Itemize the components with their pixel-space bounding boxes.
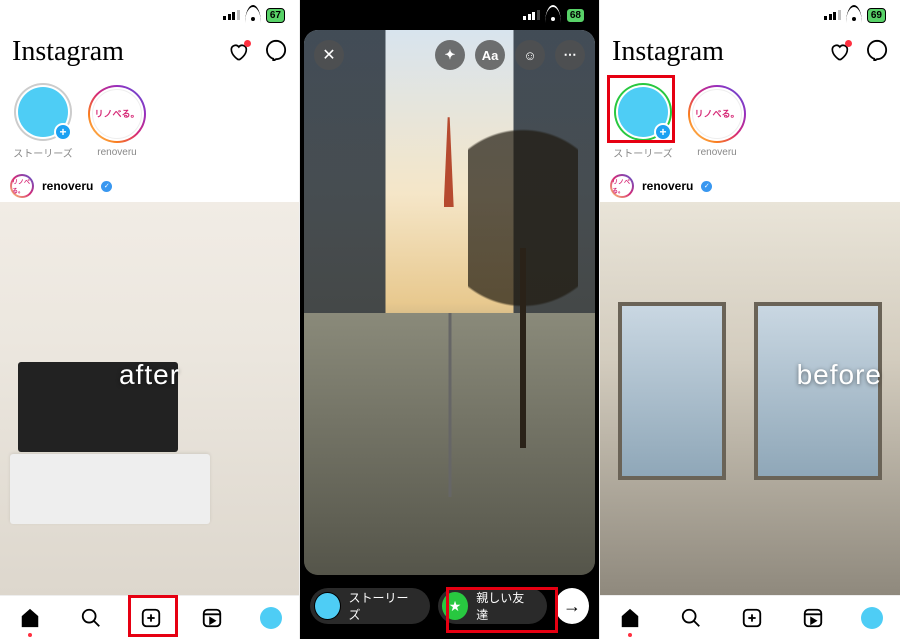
post-username[interactable]: renoveru	[642, 179, 693, 193]
stories-tray[interactable]: + ストーリーズ リノべる。 renoveru	[0, 76, 299, 166]
status-bar: 67	[0, 0, 299, 30]
pill-label-story: ストーリーズ	[349, 589, 416, 623]
send-button[interactable]: →	[555, 588, 589, 624]
bottom-nav	[600, 595, 900, 639]
nav-reels[interactable]	[800, 605, 826, 631]
wifi-icon	[545, 9, 561, 21]
story-self[interactable]: + ストーリーズ	[12, 83, 74, 160]
battery-indicator: 69	[867, 8, 886, 23]
activity-icon[interactable]	[828, 42, 850, 62]
battery-indicator: 68	[566, 8, 585, 23]
notification-dot-icon	[845, 40, 852, 47]
verified-badge-icon: ✓	[701, 181, 712, 192]
phone-feed-before: 69 Instagram + ストーリーズ リノべる。 renoveru	[600, 0, 900, 639]
more-icon: ⋯	[564, 47, 577, 63]
story-renoveru[interactable]: リノべる。 renoveru	[686, 85, 748, 158]
text-button[interactable]: Aa	[475, 40, 505, 70]
more-button[interactable]: ⋯	[555, 40, 585, 70]
signal-icon	[523, 10, 540, 20]
story-label-renoveru: renoveru	[97, 147, 136, 158]
post-avatar[interactable]: リノべる。	[610, 174, 634, 198]
post-header[interactable]: リノべる。 renoveru ✓	[0, 170, 299, 202]
phone-story-editor: 68 ✕ ✦ Aa ☺ ⋯ ストーリーズ ★ 親しい友達 →	[300, 0, 600, 639]
story-renoveru[interactable]: リノべる。 renoveru	[86, 85, 148, 158]
nav-create[interactable]	[739, 605, 765, 631]
wifi-icon	[846, 9, 862, 21]
notification-dot-icon	[244, 40, 251, 47]
status-bar: 68	[300, 0, 599, 30]
nav-profile[interactable]	[260, 607, 282, 629]
post-image[interactable]: after	[0, 202, 299, 595]
story-label-self: ストーリーズ	[13, 145, 73, 160]
nav-reels[interactable]	[199, 605, 225, 631]
nav-dot-icon	[28, 633, 32, 637]
feed[interactable]: リノべる。 renoveru ✓ before	[600, 170, 900, 595]
verified-badge-icon: ✓	[101, 181, 112, 192]
effects-button[interactable]: ✦	[435, 40, 465, 70]
nav-profile[interactable]	[861, 607, 883, 629]
nav-home[interactable]	[17, 605, 43, 631]
sticker-icon: ☺	[523, 48, 536, 63]
share-bar: ストーリーズ ★ 親しい友達 →	[300, 583, 599, 629]
messenger-icon[interactable]	[866, 39, 888, 66]
post-header[interactable]: リノべる。 renoveru ✓	[600, 170, 900, 202]
wifi-icon	[245, 9, 261, 21]
share-close-friends-pill[interactable]: ★ 親しい友達	[438, 588, 547, 624]
story-self[interactable]: + ストーリーズ	[612, 83, 674, 160]
story-label-renoveru: renoveru	[697, 147, 736, 158]
post-image[interactable]: before	[600, 202, 900, 595]
story-canvas[interactable]	[304, 30, 595, 575]
post-username[interactable]: renoveru	[42, 179, 93, 193]
avatar-self-icon	[314, 592, 341, 620]
nav-create[interactable]	[138, 605, 164, 631]
add-story-icon[interactable]: +	[54, 123, 72, 141]
add-story-icon[interactable]: +	[654, 123, 672, 141]
close-icon: ✕	[322, 45, 335, 65]
feed[interactable]: リノべる。 renoveru ✓ after	[0, 170, 299, 595]
battery-indicator: 67	[266, 8, 285, 23]
activity-icon[interactable]	[227, 42, 249, 62]
story-label-self: ストーリーズ	[613, 145, 673, 160]
nav-search[interactable]	[678, 605, 704, 631]
overlay-text-before: before	[797, 359, 882, 391]
overlay-text-after: after	[119, 359, 180, 391]
editor-toolbar: ✦ Aa ☺ ⋯	[435, 40, 585, 70]
arrow-right-icon: →	[563, 596, 581, 617]
sparkle-icon: ✦	[445, 47, 456, 63]
nav-search[interactable]	[78, 605, 104, 631]
instagram-logo[interactable]: Instagram	[12, 36, 124, 68]
share-story-pill[interactable]: ストーリーズ	[310, 588, 430, 624]
text-icon: Aa	[482, 48, 499, 63]
bottom-nav	[0, 595, 299, 639]
app-header: Instagram	[600, 32, 900, 72]
signal-icon	[824, 10, 841, 20]
nav-dot-icon	[628, 633, 632, 637]
signal-icon	[223, 10, 240, 20]
close-button[interactable]: ✕	[314, 40, 344, 70]
status-bar: 69	[600, 0, 900, 30]
sticker-button[interactable]: ☺	[515, 40, 545, 70]
stories-tray[interactable]: + ストーリーズ リノべる。 renoveru	[600, 76, 900, 166]
phone-feed-after: 67 Instagram + ストーリーズ リノべる。 renoveru	[0, 0, 300, 639]
nav-home[interactable]	[617, 605, 643, 631]
messenger-icon[interactable]	[265, 39, 287, 66]
app-header: Instagram	[0, 32, 299, 72]
pill-label-close-friends: 親しい友達	[476, 589, 533, 623]
instagram-logo[interactable]: Instagram	[612, 36, 724, 68]
close-friends-icon: ★	[442, 592, 468, 620]
post-avatar[interactable]: リノべる。	[10, 174, 34, 198]
